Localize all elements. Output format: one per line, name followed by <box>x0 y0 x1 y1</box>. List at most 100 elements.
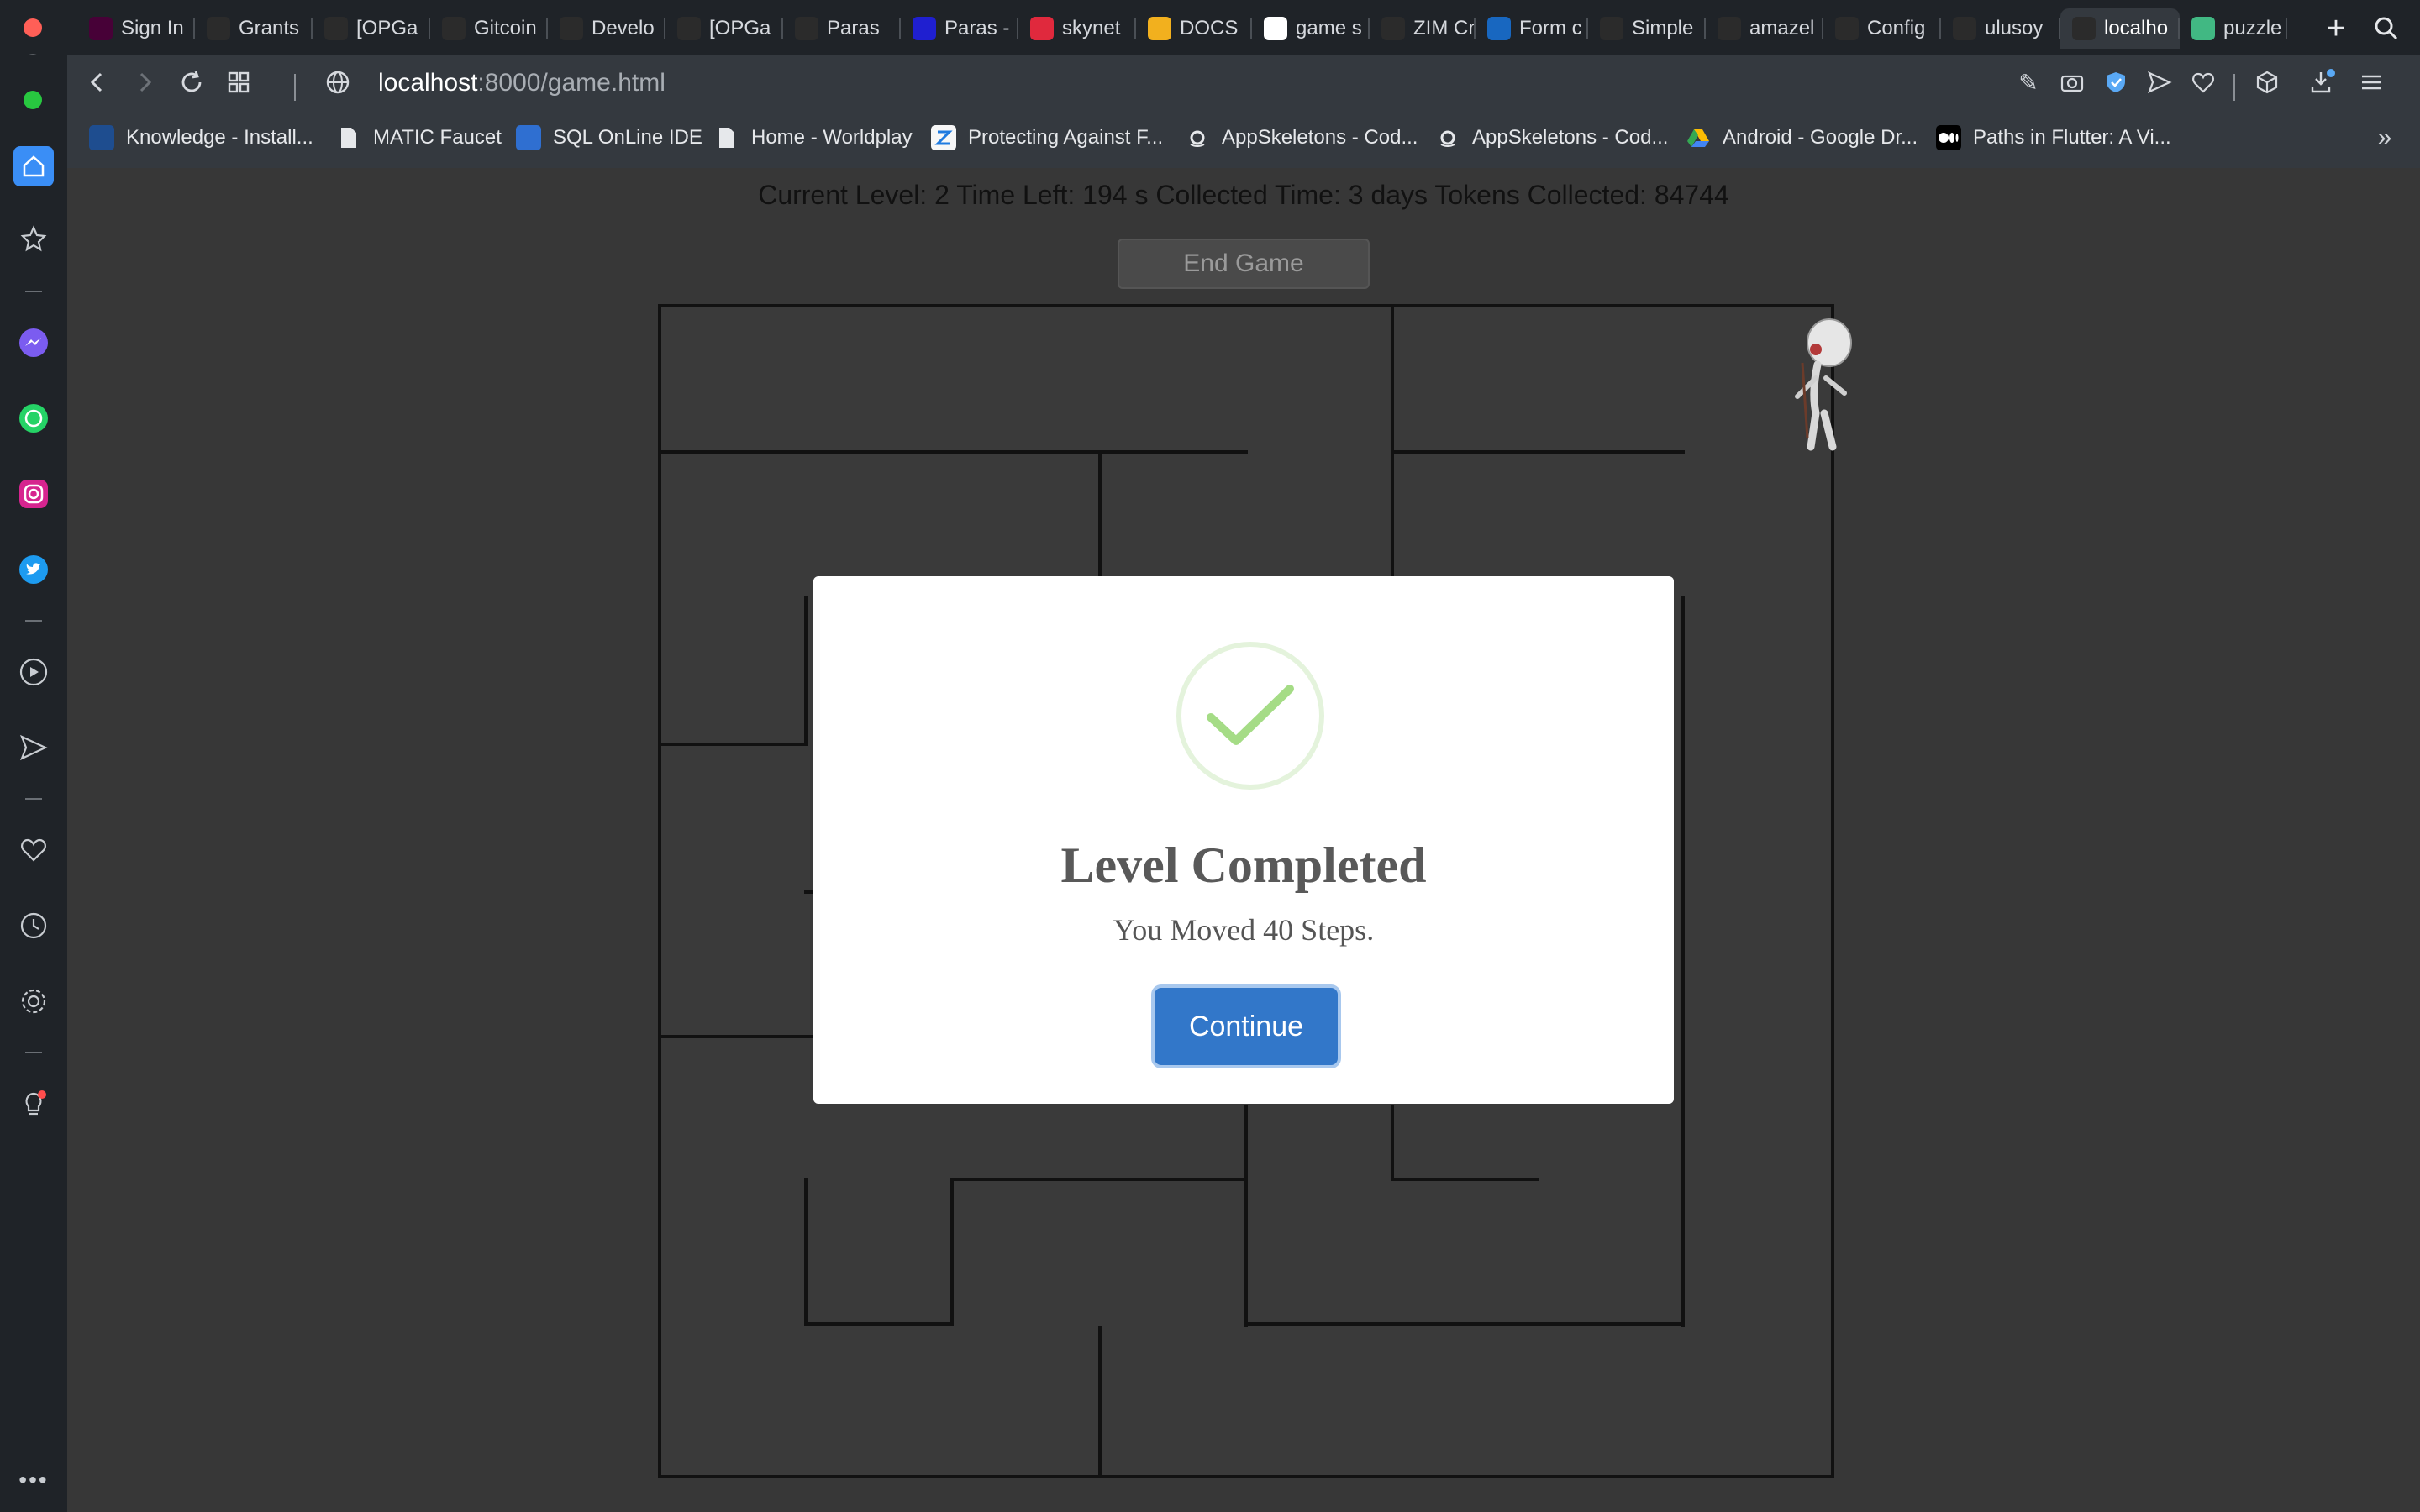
browser-tab-label: ulusoy <box>1985 17 2044 39</box>
home-icon[interactable] <box>13 146 54 186</box>
twitter-icon[interactable] <box>17 553 50 586</box>
browser-sidebar: ••• <box>0 55 67 1512</box>
downloads-icon[interactable] <box>2304 64 2341 101</box>
browser-tab[interactable]: Simple <box>1588 8 1706 49</box>
history-icon[interactable] <box>17 909 50 942</box>
reload-icon[interactable] <box>173 64 210 101</box>
maze-wall <box>1681 596 1685 1327</box>
bookmark-item[interactable]: Home - Worldplay <box>714 121 913 155</box>
maze-wall <box>1098 450 1102 585</box>
maximize-window-button[interactable] <box>24 91 42 109</box>
bookmark-label: AppSkeletons - Cod... <box>1472 126 1669 149</box>
lightbulb-icon[interactable] <box>17 1087 50 1121</box>
gitcoin-icon <box>207 17 230 40</box>
bookmark-label: Home - Worldplay <box>751 126 913 149</box>
drive-icon <box>1686 125 1711 150</box>
bookmark-item[interactable]: AppSkeletons - Cod... <box>1435 121 1668 155</box>
bookmarks-overflow-chevron-icon[interactable]: » <box>2366 119 2403 156</box>
browser-tab[interactable]: Develo <box>548 8 666 49</box>
maze-wall <box>950 1178 1248 1181</box>
url-field[interactable]: localhost:8000/game.html <box>378 69 666 97</box>
maze-wall <box>804 1322 954 1326</box>
browser-tab[interactable]: skynet <box>1018 8 1136 49</box>
bookmark-item[interactable]: Paths in Flutter: A Vi... <box>1936 121 2171 155</box>
easy-setup-icon[interactable] <box>2353 64 2390 101</box>
success-check-icon <box>1176 642 1324 790</box>
browser-tab-label: Grants <box>239 17 300 39</box>
browser-tab[interactable]: ZIM Cr <box>1370 8 1476 49</box>
gitcoin-icon <box>677 17 701 40</box>
maze-wall <box>661 450 1248 454</box>
instagram-icon[interactable] <box>17 477 50 511</box>
more-options-icon[interactable]: ••• <box>17 1463 50 1497</box>
level-complete-modal: Level Completed You Moved 40 Steps. Cont… <box>813 576 1674 1104</box>
browser-tab-label: Develo <box>592 17 655 39</box>
edit-page-icon[interactable]: ✎ <box>2010 64 2047 101</box>
tabs-grid-icon[interactable] <box>220 64 257 101</box>
browser-tab[interactable]: Grants <box>195 8 313 49</box>
bookmark-item[interactable]: Knowledge - Install... <box>89 121 313 155</box>
browser-tab[interactable]: amazel <box>1706 8 1823 49</box>
file-icon <box>714 125 739 150</box>
browser-tab-label: ZIM Cr <box>1413 17 1476 39</box>
browser-tab[interactable]: ulusoy <box>1941 8 2060 49</box>
browser-tab-label: Paras <box>827 17 880 39</box>
bookmark-item[interactable]: SQL OnLine IDE <box>516 121 702 155</box>
maze-wall <box>950 1178 954 1326</box>
heart-icon[interactable] <box>17 833 50 867</box>
search-tabs-icon[interactable] <box>2368 10 2405 47</box>
maze-wall <box>661 1035 813 1038</box>
new-tab-icon[interactable]: + <box>2317 10 2354 47</box>
browser-tab[interactable]: Gitcoin <box>430 8 548 49</box>
maze-wall <box>804 890 813 894</box>
bookmark-item[interactable]: Protecting Against F... <box>931 121 1163 155</box>
extensions-cube-icon[interactable] <box>2249 64 2286 101</box>
continue-button[interactable]: Continue <box>1155 988 1338 1065</box>
browser-tab-label: Config <box>1867 17 1926 39</box>
browser-tab[interactable]: Paras <box>783 8 901 49</box>
docs-icon <box>1148 17 1171 40</box>
xd-icon <box>89 17 113 40</box>
browser-tab[interactable]: Sign In <box>77 8 195 49</box>
github-icon <box>1953 17 1976 40</box>
maze-wall <box>1391 1178 1539 1181</box>
bookmark-item[interactable]: MATIC Faucet <box>336 121 502 155</box>
settings-gear-icon[interactable] <box>17 984 50 1018</box>
player-icon[interactable] <box>17 655 50 689</box>
messenger-icon[interactable] <box>17 326 50 360</box>
maze-wall <box>1244 1322 1685 1326</box>
back-icon[interactable] <box>79 64 116 101</box>
bookmark-item[interactable]: AppSkeletons - Cod... <box>1185 121 1418 155</box>
skynet-icon <box>1030 17 1054 40</box>
camera-icon[interactable] <box>2054 64 2091 101</box>
browser-tab[interactable]: Form c <box>1476 8 1588 49</box>
browser-tab[interactable]: localho <box>2060 8 2180 49</box>
maze-wall <box>1244 1105 1248 1327</box>
bookmark-label: Android - Google Dr... <box>1723 126 1918 149</box>
config-icon <box>1835 17 1859 40</box>
bookmark-item[interactable]: Android - Google Dr... <box>1686 121 1918 155</box>
forward-icon[interactable] <box>126 64 163 101</box>
modal-message: You Moved 40 Steps. <box>1113 913 1375 947</box>
browser-tab[interactable]: puzzle <box>2180 8 2287 49</box>
file-icon <box>336 125 361 150</box>
send-icon[interactable] <box>17 731 50 764</box>
browser-tab-label: puzzle <box>2223 17 2282 39</box>
browser-tab[interactable]: game s <box>1252 8 1370 49</box>
game-status-text: Current Level: 2 Time Left: 194 s Collec… <box>758 180 1729 210</box>
send-page-icon[interactable] <box>2141 64 2178 101</box>
pinboard-icon[interactable] <box>17 222 50 255</box>
adblock-shield-icon[interactable] <box>2097 64 2134 101</box>
browser-tab[interactable]: [OPGa <box>313 8 430 49</box>
end-game-button[interactable]: End Game <box>1118 239 1370 289</box>
github-icon <box>560 17 583 40</box>
browser-tab[interactable]: [OPGa <box>666 8 783 49</box>
uci-icon <box>89 125 114 150</box>
whatsapp-icon[interactable] <box>17 402 50 435</box>
site-info-globe-icon[interactable] <box>319 64 356 101</box>
browser-tab[interactable]: DOCS <box>1136 8 1252 49</box>
browser-tab[interactable]: Paras - <box>901 8 1018 49</box>
close-window-button[interactable] <box>24 18 42 37</box>
favorite-heart-icon[interactable] <box>2185 64 2222 101</box>
browser-tab[interactable]: Config <box>1823 8 1941 49</box>
